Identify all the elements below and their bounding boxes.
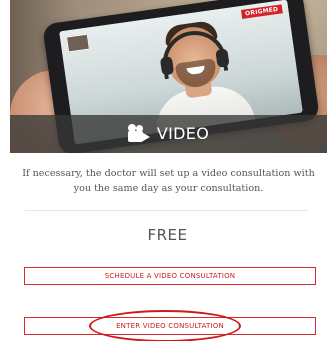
video-consultation-card: ORIGMED VIDEO If necessary, the doctor w… [5, 0, 330, 341]
schedule-video-consultation-button[interactable]: SCHEDULE A VIDEO CONSULTATION [24, 267, 316, 285]
price: FREE [147, 226, 188, 244]
video-label: VIDEO [10, 118, 327, 148]
video-camera-icon [127, 124, 150, 142]
divider [25, 210, 308, 211]
description: If necessary, the doctor will set up a v… [22, 168, 315, 194]
self-view-thumbnail [65, 33, 90, 53]
annotation-circle [89, 310, 241, 341]
video-label-text: VIDEO [156, 123, 210, 143]
hero-image: ORIGMED VIDEO [10, 0, 327, 153]
